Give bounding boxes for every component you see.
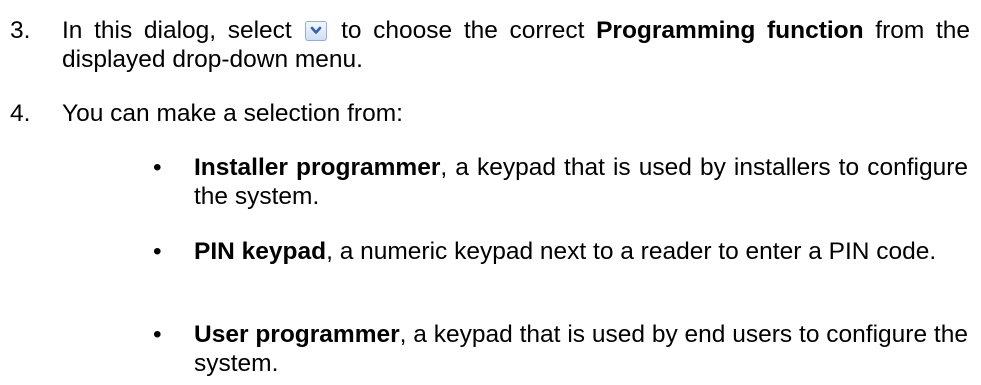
list-item-text: PIN keypad, a numeric keypad next to a r… (194, 237, 968, 266)
step-3-text: In this dialog, select to choose the cor… (62, 16, 970, 74)
step-4-text: You can make a selection from: (62, 100, 403, 127)
step-4: 4. You can make a selection from: (10, 99, 970, 128)
step-3-text-before-icon: In this dialog, select (62, 17, 292, 44)
step-3-text-after-icon: to choose the correct (329, 17, 597, 44)
bullet-icon: • (153, 154, 162, 181)
bullet-icon: • (153, 321, 162, 348)
step-3: 3. In this dialog, select to choose the … (10, 16, 970, 74)
list-item-text: User programmer, a keypad that is used b… (194, 320, 968, 378)
list-item-text: Installer programmer, a keypad that is u… (194, 153, 968, 211)
bullet-icon: • (153, 238, 162, 265)
programming-function-term: Programming function (596, 17, 864, 44)
option-term: User programmer (194, 321, 400, 348)
option-term: Installer programmer (194, 154, 441, 181)
chevron-down-icon (305, 21, 328, 41)
option-term: PIN keypad (194, 238, 327, 265)
step-number: 3. (10, 17, 31, 44)
step-number: 4. (10, 100, 31, 127)
option-description: , a numeric keypad next to a reader to e… (326, 238, 937, 265)
chevron-down-glyph (311, 26, 322, 34)
